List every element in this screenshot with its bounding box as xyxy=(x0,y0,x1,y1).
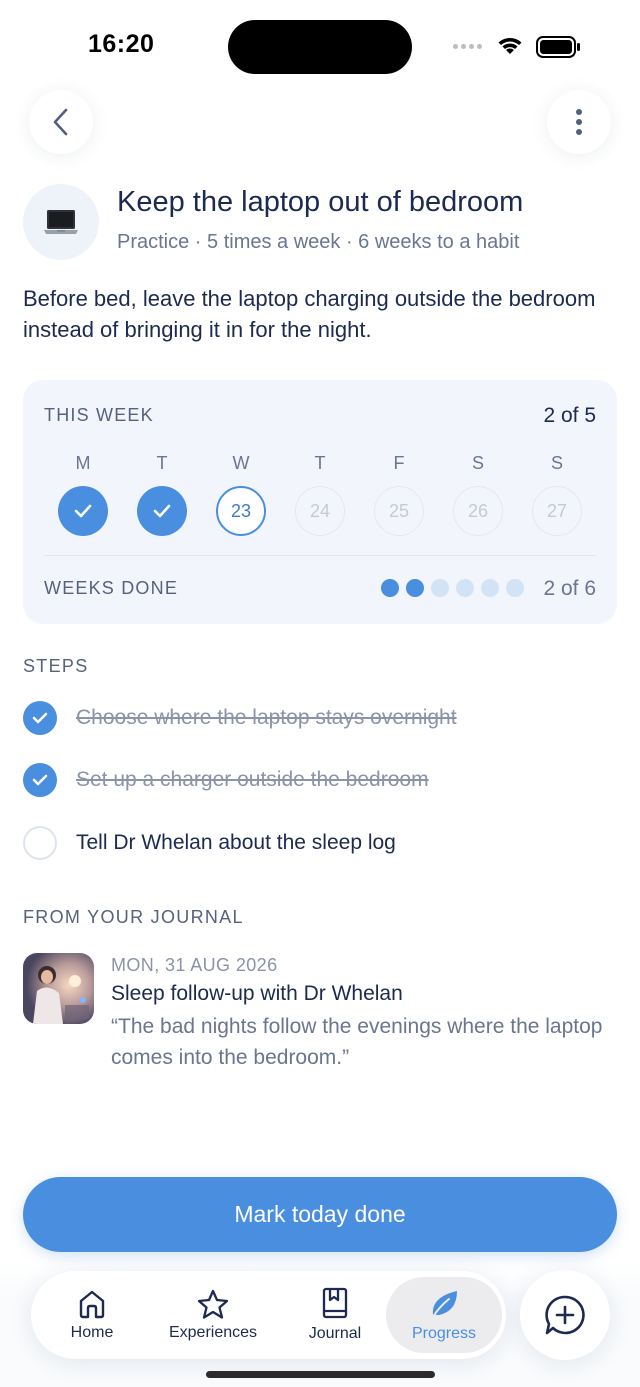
tab-journal[interactable]: Journal xyxy=(293,1271,377,1359)
tab-progress[interactable]: Progress xyxy=(386,1277,502,1353)
divider xyxy=(44,555,596,556)
journal-section-label: FROM YOUR JOURNAL xyxy=(23,907,244,927)
habit-title: Keep the laptop out of bedroom xyxy=(117,186,524,218)
tab-home[interactable]: Home xyxy=(51,1271,133,1359)
add-message-icon xyxy=(545,1295,585,1335)
chevron-left-icon xyxy=(53,108,68,136)
habit-meta: Practice · 5 times a week · 6 weeks to a… xyxy=(117,231,520,253)
tab-experiences[interactable]: Experiences xyxy=(157,1271,269,1359)
tab-bar: Home Experiences Journal Progress xyxy=(31,1271,506,1359)
day-future: 25 xyxy=(374,486,424,536)
day-future: 27 xyxy=(532,486,582,536)
step-text: Choose where the laptop stays overnight xyxy=(76,706,457,729)
journal-date: MON, 31 AUG 2026 xyxy=(111,955,278,975)
leaf-icon xyxy=(432,1291,457,1318)
journal-quote: “The bad nights follow the evenings wher… xyxy=(111,1015,603,1069)
this-week-label: THIS WEEK xyxy=(44,405,154,425)
week-dot xyxy=(456,579,474,597)
laptop-icon xyxy=(44,210,78,234)
check-icon xyxy=(32,774,48,786)
day-letter: T xyxy=(156,453,168,473)
tab-label: Experiences xyxy=(168,1324,258,1341)
day-letter: S xyxy=(550,453,563,473)
day-future: 26 xyxy=(453,486,503,536)
home-indicator xyxy=(206,1371,435,1378)
habit-description: Before bed, leave the laptop charging ou… xyxy=(23,286,596,342)
day-letter: S xyxy=(471,453,484,473)
day-letter: W xyxy=(232,453,250,473)
week-dot xyxy=(406,579,424,597)
step-checkbox-checked[interactable] xyxy=(23,763,57,797)
step-text: Tell Dr Whelan about the sleep log xyxy=(76,831,396,854)
step-checkbox[interactable] xyxy=(23,826,57,860)
weeks-done-dots xyxy=(381,579,524,597)
status-bar: 16:20 xyxy=(0,0,640,90)
tab-label: Home xyxy=(70,1324,114,1341)
cellular-signal-icon xyxy=(453,44,482,49)
day-future: 24 xyxy=(295,486,345,536)
check-icon xyxy=(153,504,171,518)
more-options-button[interactable] xyxy=(547,90,611,154)
day-today[interactable]: 23 xyxy=(216,486,266,536)
home-icon xyxy=(79,1290,105,1319)
week-progress-card: THIS WEEK 2 of 5 M T W 23 T 24 F 25 S 26 S 27 WEEKS… xyxy=(23,380,617,624)
battery-icon xyxy=(536,36,580,58)
day-done[interactable] xyxy=(58,486,108,536)
week-dot xyxy=(381,579,399,597)
back-button[interactable] xyxy=(29,90,93,154)
week-dot xyxy=(431,579,449,597)
day-done[interactable] xyxy=(137,486,187,536)
status-time: 16:20 xyxy=(88,30,155,58)
weeks-count: 2 of 6 xyxy=(543,577,596,600)
mark-today-done-button[interactable]: Mark today done xyxy=(23,1177,617,1252)
step-item[interactable]: Choose where the laptop stays overnight xyxy=(23,700,617,736)
star-icon xyxy=(197,1289,229,1319)
day-letter: T xyxy=(314,453,326,473)
step-checkbox-checked[interactable] xyxy=(23,701,57,735)
check-icon xyxy=(32,712,48,724)
day-letter: M xyxy=(75,453,91,473)
wifi-icon xyxy=(498,38,522,54)
tab-label: Progress xyxy=(411,1325,477,1342)
add-button[interactable] xyxy=(520,1270,610,1360)
journal-photo xyxy=(23,953,94,1024)
journal-thumbnail[interactable] xyxy=(23,953,94,1024)
week-count: 2 of 5 xyxy=(543,404,596,427)
step-item[interactable]: Set up a charger outside the bedroom xyxy=(23,762,617,798)
step-text: Set up a charger outside the bedroom xyxy=(76,768,429,791)
journal-icon xyxy=(322,1287,348,1319)
step-item[interactable]: Tell Dr Whelan about the sleep log xyxy=(23,825,617,861)
more-vertical-icon xyxy=(576,109,582,135)
weeks-done-label: WEEKS DONE xyxy=(44,578,179,598)
steps-label: STEPS xyxy=(23,656,89,676)
check-icon xyxy=(74,504,92,518)
dynamic-island xyxy=(228,20,412,74)
day-letter: F xyxy=(393,453,405,473)
journal-entry-title[interactable]: Sleep follow-up with Dr Whelan xyxy=(111,982,403,1006)
week-dot xyxy=(506,579,524,597)
week-dot xyxy=(481,579,499,597)
habit-icon xyxy=(23,184,99,260)
tab-label: Journal xyxy=(308,1325,362,1342)
